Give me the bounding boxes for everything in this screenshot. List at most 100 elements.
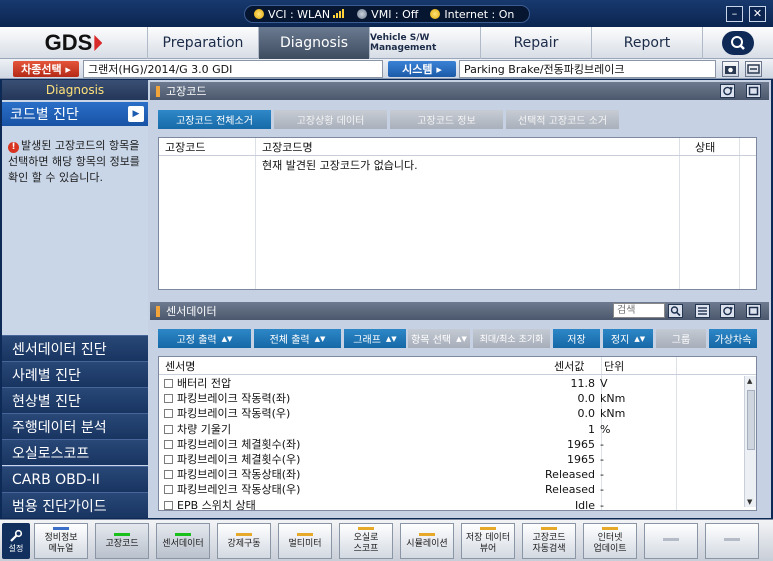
dtc-status-column: 상태 bbox=[695, 140, 716, 154]
table-row[interactable]: 파킹브레이크 작동력(좌) 0.0 kNm bbox=[159, 391, 743, 406]
record-button[interactable] bbox=[745, 61, 762, 77]
scrollbar-thumb[interactable] bbox=[747, 390, 755, 450]
system-field[interactable]: Parking Brake/전동파킹브레이크 bbox=[459, 60, 716, 78]
sensor-scrollbar[interactable]: ▲ ▼ bbox=[744, 376, 756, 507]
row-checkbox[interactable] bbox=[164, 455, 173, 464]
sensor-data-button[interactable]: 센서데이터 bbox=[156, 523, 210, 559]
sensor-maximize-button[interactable] bbox=[746, 304, 761, 318]
service-manual-button[interactable]: 정비정보 메뉴얼 bbox=[34, 523, 88, 559]
screenshot-button[interactable] bbox=[722, 61, 739, 77]
sensor-name: 파킹브레이크 체결횟수(우) bbox=[177, 453, 301, 466]
dtc-maximize-button[interactable] bbox=[746, 84, 761, 98]
dtc-clear-all-button[interactable]: 고장코드 전체소거 bbox=[158, 110, 271, 129]
sidebar-item-carb-obd[interactable]: CARB OBD-II bbox=[2, 466, 148, 492]
group-button[interactable]: 그룹 bbox=[656, 329, 706, 348]
signal-strength-icon bbox=[333, 8, 345, 21]
table-row[interactable]: 배터리 전압 11.8 V bbox=[159, 376, 743, 391]
indicator-icon bbox=[358, 527, 374, 530]
simulation-button[interactable]: 시뮬레이션 bbox=[400, 523, 454, 559]
table-row[interactable]: 파킹브레이크 작동력(우) 0.0 kNm bbox=[159, 406, 743, 421]
gds-logo: GDS bbox=[0, 27, 147, 59]
table-row[interactable]: 파킹브레이크 체결횟수(우) 1965- bbox=[159, 452, 743, 467]
sidebar-item-generic-guide[interactable]: 범용 진단가이드 bbox=[2, 492, 148, 518]
tab-report[interactable]: Report bbox=[591, 27, 702, 59]
actuation-test-button[interactable]: 강제구동 bbox=[217, 523, 271, 559]
tab-preparation[interactable]: Preparation bbox=[147, 27, 258, 59]
sensor-search-button[interactable] bbox=[668, 304, 683, 318]
row-checkbox[interactable] bbox=[164, 500, 173, 510]
vehicle-field[interactable]: 그랜저(HG)/2014/G 3.0 GDI bbox=[83, 60, 383, 78]
sensor-refresh-button[interactable] bbox=[720, 304, 735, 318]
table-row[interactable]: 차량 기울기 1% bbox=[159, 422, 743, 437]
row-checkbox[interactable] bbox=[164, 439, 173, 449]
data-viewer-button[interactable]: 저장 데이터 뷰어 bbox=[461, 523, 515, 559]
dtc-empty-message: 현재 발견된 고장코드가 없습니다. bbox=[262, 159, 418, 172]
vehicle-select-button[interactable]: 차종선택 ▸ bbox=[13, 61, 79, 77]
button-label: 인터넷 bbox=[597, 533, 623, 543]
full-output-button[interactable]: 전체 출력 ▲▼ bbox=[254, 329, 341, 348]
refresh-icon bbox=[723, 86, 733, 96]
search-button[interactable] bbox=[722, 31, 754, 55]
selective-dtc-clear-button[interactable]: 선택적 고장코드 소거 bbox=[506, 110, 619, 129]
bottom-toolbar: 설정 정비정보 메뉴얼 고장코드 센서데이터 강제구동 멀티미터 오실로 스코프 시뮬레이션 저장… bbox=[0, 519, 773, 561]
sensor-name-column: 센서명 bbox=[165, 359, 196, 373]
settings-button[interactable]: 설정 bbox=[2, 523, 30, 559]
scroll-up-icon[interactable]: ▲ bbox=[747, 377, 752, 385]
indicator-icon bbox=[419, 532, 435, 536]
dtc-button[interactable]: 고장코드 bbox=[95, 523, 149, 559]
graph-button[interactable]: 그래프 ▲▼ bbox=[344, 329, 406, 348]
search-icon bbox=[670, 306, 681, 317]
system-select-button[interactable]: 시스템 ▸ bbox=[388, 61, 456, 77]
table-row[interactable]: EPB 스위치 상태 Idle - bbox=[159, 498, 743, 510]
fixed-output-button[interactable]: 고정 출력 ▲▼ bbox=[158, 329, 251, 348]
sensor-table: 센서명 센서값 단위 배터리 전압 11.8 V 파킹브레이크 작동력(좌) 0.0 kN… bbox=[158, 356, 757, 511]
table-row[interactable]: 파킹브레인크 작동상태(우) Released - bbox=[159, 482, 743, 497]
list-icon bbox=[698, 307, 707, 315]
sidebar-item-oscilloscope[interactable]: 오실로스코프 bbox=[2, 439, 148, 465]
stop-button[interactable]: 정지 ▲▼ bbox=[603, 329, 653, 348]
row-checkbox[interactable] bbox=[164, 424, 173, 434]
save-button[interactable]: 저장 bbox=[553, 329, 600, 348]
internet-update-button[interactable]: 인터넷 업데이트 bbox=[583, 523, 637, 559]
minimize-button[interactable]: – bbox=[726, 6, 743, 22]
sensor-name: 파킹브레이크 작동력(좌) bbox=[177, 392, 291, 406]
row-checkbox[interactable] bbox=[164, 485, 173, 495]
button-label: 고장코드 bbox=[532, 533, 566, 543]
sidebar-item-sensor-data[interactable]: 센서데이터 진단 bbox=[2, 335, 148, 361]
empty-slot-button[interactable] bbox=[644, 523, 698, 559]
freeze-frame-button[interactable]: 고장상황 데이터 bbox=[274, 110, 387, 129]
item-select-button[interactable]: 항목 선택 ▲▼ bbox=[408, 329, 470, 348]
scroll-down-icon[interactable]: ▼ bbox=[747, 498, 752, 506]
row-checkbox[interactable] bbox=[164, 394, 173, 404]
oscilloscope-button[interactable]: 오실로 스코프 bbox=[339, 523, 393, 559]
dtc-refresh-button[interactable] bbox=[720, 84, 735, 98]
dtc-info-button[interactable]: 고장코드 정보 bbox=[390, 110, 503, 129]
dtc-auto-search-button[interactable]: 고장코드 자동검색 bbox=[522, 523, 576, 559]
table-row[interactable]: 파킹브레이크 체결횟수(좌) 1965- bbox=[159, 437, 743, 452]
sidebar-item-driving-data[interactable]: 주행데이터 분석 bbox=[2, 413, 148, 439]
close-button[interactable]: ✕ bbox=[749, 6, 766, 22]
sensor-unit: kNm bbox=[600, 392, 626, 406]
minmax-reset-button[interactable]: 최대/최소 초기화 bbox=[473, 329, 550, 348]
sensor-value: 0.0 bbox=[577, 392, 596, 406]
multimeter-button[interactable]: 멀티미터 bbox=[278, 523, 332, 559]
row-checkbox[interactable] bbox=[164, 409, 173, 419]
row-checkbox[interactable] bbox=[164, 470, 173, 480]
panel-marker-icon bbox=[156, 85, 160, 97]
vmi-status-icon bbox=[357, 9, 368, 19]
sidebar-item-symptom-diagnosis[interactable]: 현상별 진단 bbox=[2, 387, 148, 413]
sensor-list-button[interactable] bbox=[695, 304, 710, 318]
sensor-search-input[interactable] bbox=[613, 303, 665, 318]
sidebar-item-case-diagnosis[interactable]: 사례별 진단 bbox=[2, 361, 148, 387]
table-row[interactable]: 파킹브레이크 작동상태(좌) Released - bbox=[159, 467, 743, 482]
button-label: 정지 bbox=[610, 335, 630, 346]
tab-repair[interactable]: Repair bbox=[480, 27, 591, 59]
tab-diagnosis[interactable]: Diagnosis bbox=[258, 27, 369, 59]
sensor-unit: - bbox=[600, 453, 604, 466]
sidebar-header: Diagnosis bbox=[2, 80, 148, 100]
sidebar-item-code-diagnosis[interactable]: 코드별 진단 ▶ bbox=[2, 102, 148, 126]
row-checkbox[interactable] bbox=[164, 379, 173, 388]
virtual-speed-button[interactable]: 가상차속 bbox=[709, 329, 757, 348]
empty-slot-button[interactable] bbox=[705, 523, 759, 559]
tab-vehicle-sw-management[interactable]: Vehicle S/W Management bbox=[369, 27, 480, 59]
